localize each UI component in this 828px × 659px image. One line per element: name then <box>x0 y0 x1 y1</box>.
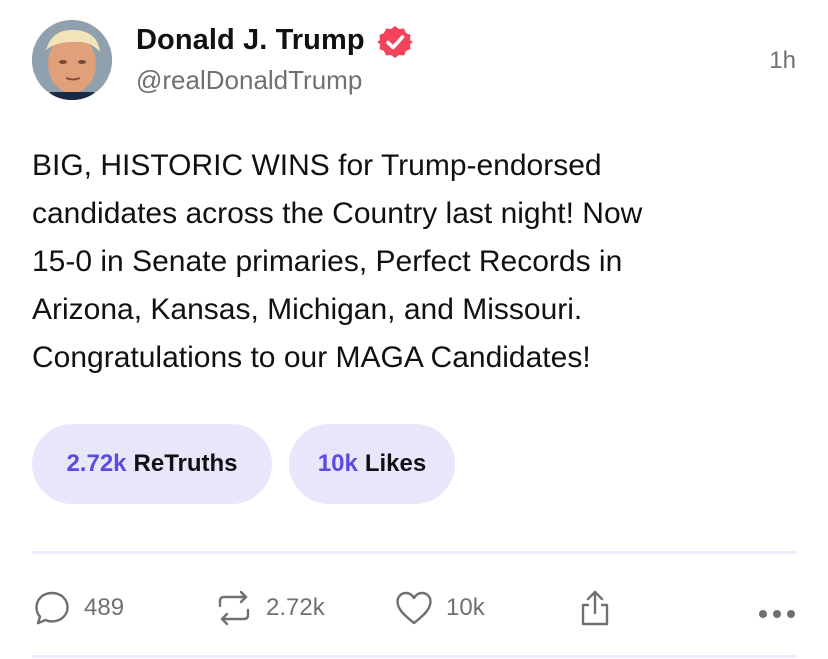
like-count: 10k <box>446 594 485 621</box>
share-button[interactable] <box>578 588 612 628</box>
likes-count: 10k <box>317 450 358 477</box>
like-button[interactable]: 10k <box>394 588 485 628</box>
post-card: Donald J. Trump @realDonaldTrump 1h BIG,… <box>0 0 828 659</box>
post-text: BIG, HISTORIC WINS for Trump-endorsed ca… <box>32 149 643 374</box>
retruths-count: 2.72k <box>66 450 127 477</box>
heart-icon <box>396 591 432 625</box>
retruth-button[interactable]: 2.72k <box>214 588 325 628</box>
reply-count: 489 <box>84 594 125 621</box>
share-icon <box>581 590 609 626</box>
divider <box>32 551 796 554</box>
retruths-label: ReTruths <box>133 450 238 477</box>
retruths-stat-button[interactable]: 2.72k ReTruths <box>32 424 272 504</box>
likes-label: Likes <box>364 450 427 477</box>
repost-arrows-icon <box>218 590 250 626</box>
avatar-image <box>32 20 112 100</box>
verified-badge-icon <box>377 26 413 58</box>
post-timestamp: 1h <box>769 47 796 74</box>
more-options-button[interactable] <box>757 594 797 634</box>
user-handle[interactable]: @realDonaldTrump <box>136 64 362 96</box>
reply-button[interactable]: 489 <box>32 588 124 628</box>
divider <box>32 655 796 658</box>
likes-stat-button[interactable]: 10k Likes <box>289 424 455 504</box>
display-name[interactable]: Donald J. Trump <box>136 22 365 58</box>
speech-bubble-icon <box>35 591 69 625</box>
avatar[interactable] <box>32 20 112 100</box>
retruth-count: 2.72k <box>266 594 325 621</box>
more-dots-icon <box>759 610 795 618</box>
